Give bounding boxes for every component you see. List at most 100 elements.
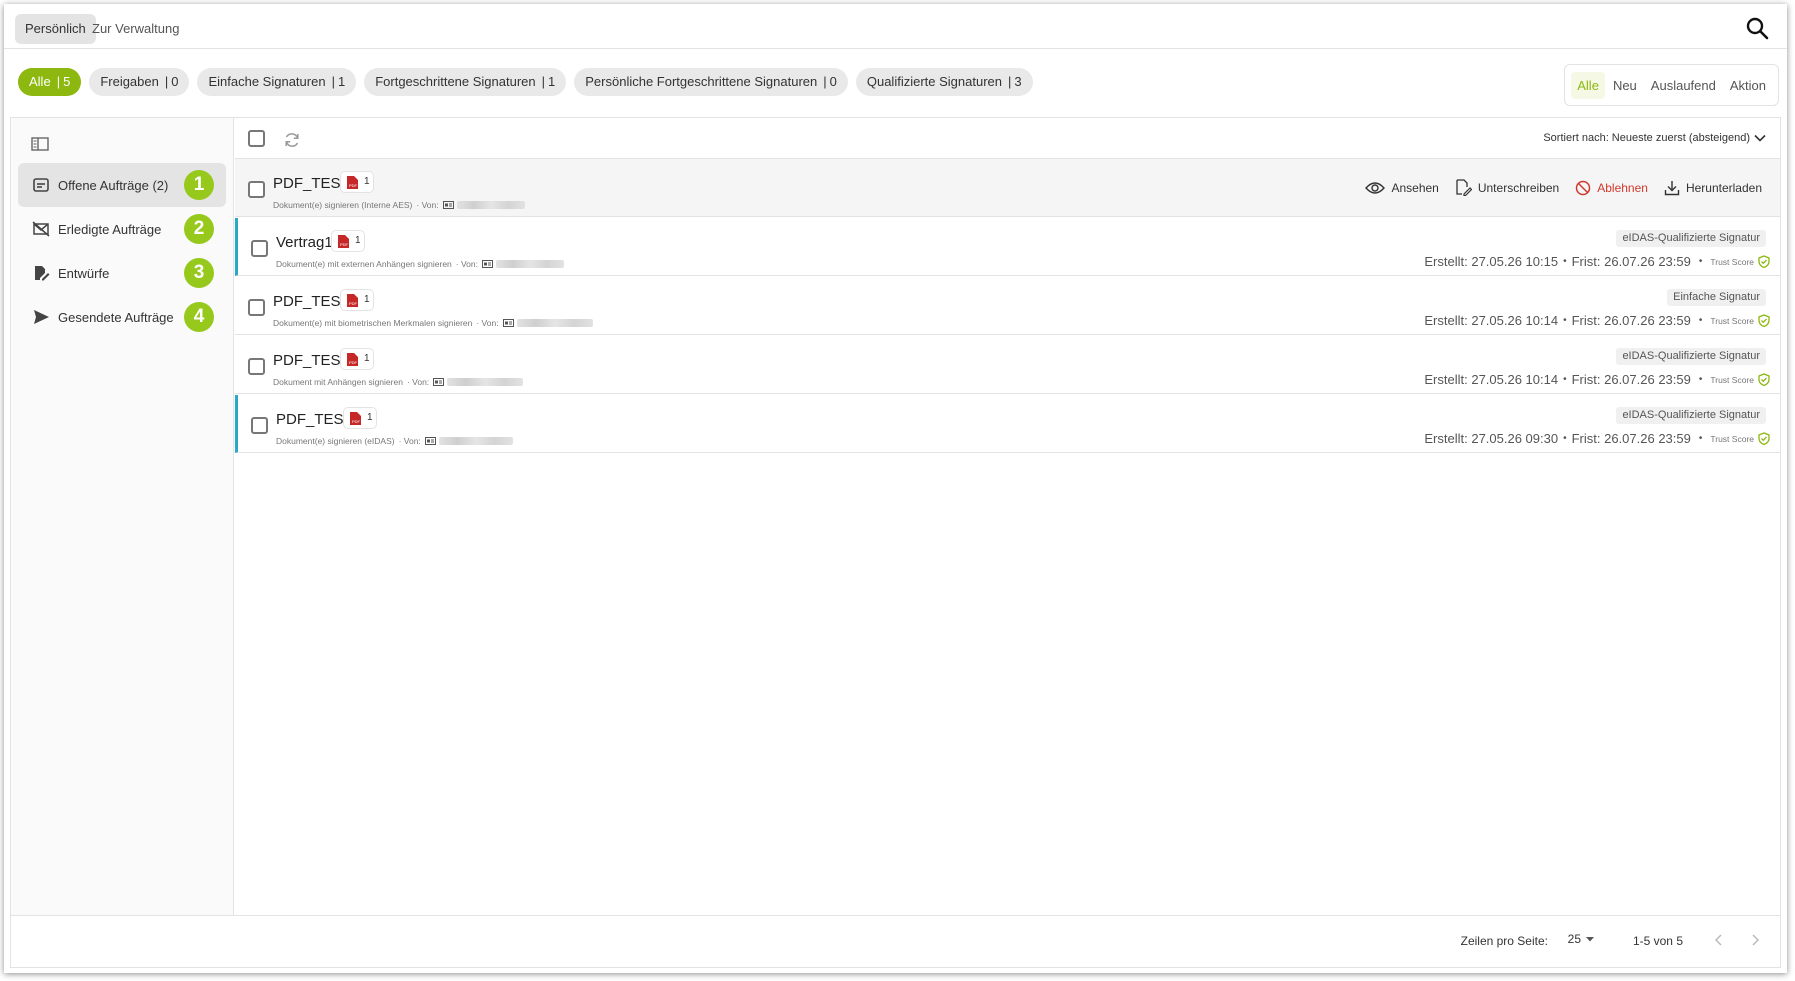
search-icon[interactable] xyxy=(1745,16,1769,40)
filter-chip-simple[interactable]: Einfache Signaturen | 1 xyxy=(197,68,357,96)
signing-type: Dokument(e) signieren (eIDAS) xyxy=(276,436,395,446)
list-item[interactable]: PDF_TEST PDF 1 Dokument(e) signieren (eI… xyxy=(235,395,1780,453)
document-description: Dokument(e) signieren (eIDAS) · Von: xyxy=(276,436,513,446)
sender-label: · Von: xyxy=(406,377,430,387)
sender-name-redacted xyxy=(516,319,593,327)
filter-chip-all[interactable]: Alle | 5 xyxy=(18,68,82,96)
row-checkbox[interactable] xyxy=(248,358,265,375)
sidebar-item-label: Gesendete Aufträge xyxy=(58,309,174,325)
sign-button[interactable]: Unterschreiben xyxy=(1455,179,1559,196)
filter-chip-qualified[interactable]: Qualifizierte Signaturen | 3 xyxy=(855,68,1033,96)
filter-chip-advanced[interactable]: Fortgeschrittene Signaturen | 1 xyxy=(364,68,567,96)
signing-type: Dokument mit Anhängen signieren xyxy=(273,377,403,387)
meta-separator: • xyxy=(1698,433,1703,444)
status-tab-all[interactable]: Alle xyxy=(1571,71,1605,99)
chip-count: 1 xyxy=(548,74,556,89)
filter-chip-personal-advanced[interactable]: Persönliche Fortgeschrittene Signaturen |… xyxy=(574,68,848,96)
caret-down-icon xyxy=(1586,937,1594,942)
refresh-icon[interactable] xyxy=(283,131,301,149)
sidebar-item-completed-orders[interactable]: Erledigte Aufträge 2 xyxy=(18,207,226,251)
document-title: PDF_TEST xyxy=(273,293,350,310)
document-count-badge: PDF 1 xyxy=(343,407,377,429)
reject-label: Ablehnen xyxy=(1597,180,1648,195)
shield-check-icon xyxy=(1758,255,1770,268)
sender-name-redacted xyxy=(447,378,524,386)
row-actions: Ansehen Unterschreiben Ablehnen Herunter… xyxy=(1365,179,1762,196)
step-number-badge: 4 xyxy=(184,302,214,332)
row-checkbox[interactable] xyxy=(251,417,268,434)
view-button[interactable]: Ansehen xyxy=(1365,180,1439,195)
order-list: Sortiert nach: Neueste zuerst (absteigen… xyxy=(235,118,1780,915)
document-count: 1 xyxy=(364,294,370,305)
chevron-left-icon[interactable] xyxy=(1711,932,1727,948)
signature-type-badge: eIDAS-Qualifizierte Signatur xyxy=(1616,230,1766,247)
top-bar: Persönlich Zur Verwaltung xyxy=(4,4,1787,49)
main-panel: Offene Aufträge (2) 1 Erledigte Aufträge… xyxy=(10,117,1781,968)
sender-name-redacted xyxy=(496,260,564,268)
chip-count: 0 xyxy=(829,74,837,89)
svg-text:PDF: PDF xyxy=(349,360,358,365)
document-count: 1 xyxy=(355,235,361,246)
filter-chip-approvals[interactable]: Freigaben | 0 xyxy=(89,68,190,96)
signing-type: Dokument(e) signieren (Interne AES) xyxy=(273,200,413,210)
view-label: Ansehen xyxy=(1391,180,1439,195)
id-card-icon xyxy=(442,201,454,209)
sidebar-item-open-orders[interactable]: Offene Aufträge (2) 1 xyxy=(18,163,226,207)
step-number-badge: 2 xyxy=(184,214,214,244)
eye-icon xyxy=(1365,181,1386,194)
list-item[interactable]: PDF_TEST PDF 1 Dokument mit Anhängen sig… xyxy=(235,336,1780,394)
id-card-icon xyxy=(433,378,445,386)
sender-label: · Von: xyxy=(455,259,478,269)
meta-separator: • xyxy=(1563,374,1567,385)
download-button[interactable]: Herunterladen xyxy=(1664,180,1762,196)
sidebar-item-label: Offene Aufträge (2) xyxy=(58,177,169,193)
status-tabs: Alle Neu Auslaufend Aktion xyxy=(1564,64,1779,106)
document-count-badge: PDF 1 xyxy=(331,230,365,252)
status-tab-action[interactable]: Aktion xyxy=(1724,72,1772,99)
chevron-down-icon[interactable] xyxy=(1754,132,1766,144)
sort-dropdown[interactable]: Sortiert nach: Neueste zuerst (absteigen… xyxy=(1543,132,1750,144)
document-description: Dokument(e) mit externen Anhängen signie… xyxy=(276,259,564,269)
shield-check-icon xyxy=(1758,373,1770,386)
list-item[interactable]: PDF_TEST PDF 1 Dokument(e) mit biometris… xyxy=(235,277,1780,335)
list-item[interactable]: PDF_TEST PDF 1 Dokument(e) signieren (In… xyxy=(235,159,1780,217)
deadline-date: Frist: 26.07.26 23:59 xyxy=(1571,254,1691,269)
chip-count: 5 xyxy=(63,74,71,89)
meta-separator: • xyxy=(1563,315,1567,326)
status-tab-new[interactable]: Neu xyxy=(1607,72,1643,99)
trust-score-label: Trust Score xyxy=(1710,374,1754,385)
chip-label: Qualifizierte Signaturen xyxy=(866,74,1002,89)
created-date: Erstellt: 27.05.26 10:15 xyxy=(1424,254,1559,269)
row-checkbox[interactable] xyxy=(248,299,265,316)
row-meta: Erstellt: 27.05.26 09:30 • Frist: 26.07.… xyxy=(1424,431,1770,446)
tab-administration[interactable]: Zur Verwaltung xyxy=(82,14,189,44)
step-number-badge: 1 xyxy=(184,170,214,200)
chip-label: Einfache Signaturen xyxy=(208,74,326,89)
sidebar: Offene Aufträge (2) 1 Erledigte Aufträge… xyxy=(11,118,234,915)
select-all-checkbox[interactable] xyxy=(248,130,265,147)
signature-type-badge: eIDAS-Qualifizierte Signatur xyxy=(1616,348,1766,365)
document-count: 1 xyxy=(364,176,370,187)
status-tab-expiring[interactable]: Auslaufend xyxy=(1645,72,1722,99)
reject-button[interactable]: Ablehnen xyxy=(1575,180,1648,196)
sidebar-item-drafts[interactable]: Entwürfe 3 xyxy=(18,251,226,295)
chip-separator: | xyxy=(541,74,546,89)
sidebar-toggle-icon[interactable] xyxy=(31,136,49,152)
row-meta: Erstellt: 27.05.26 10:14 • Frist: 26.07.… xyxy=(1424,372,1770,387)
chevron-right-icon[interactable] xyxy=(1747,932,1763,948)
rows-per-page-select[interactable]: 25 xyxy=(1568,932,1595,946)
row-checkbox[interactable] xyxy=(248,181,265,198)
sender-label: · Von: xyxy=(416,200,439,210)
document-title: PDF_TEST xyxy=(276,411,353,428)
row-checkbox[interactable] xyxy=(251,240,268,257)
sign-label: Unterschreiben xyxy=(1477,180,1560,195)
pdf-file-icon: PDF xyxy=(347,353,358,366)
sidebar-item-sent-orders[interactable]: Gesendete Aufträge 4 xyxy=(18,295,226,339)
shield-check-icon xyxy=(1758,432,1770,445)
svg-text:PDF: PDF xyxy=(349,183,358,188)
id-card-icon xyxy=(424,437,436,445)
signature-type-badge: eIDAS-Qualifizierte Signatur xyxy=(1616,407,1766,424)
chip-label: Persönliche Fortgeschrittene Signaturen xyxy=(585,74,818,89)
list-item[interactable]: Vertrag1 PDF 1 Dokument(e) mit externen … xyxy=(235,218,1780,276)
page-range: 1-5 von 5 xyxy=(1632,934,1683,948)
